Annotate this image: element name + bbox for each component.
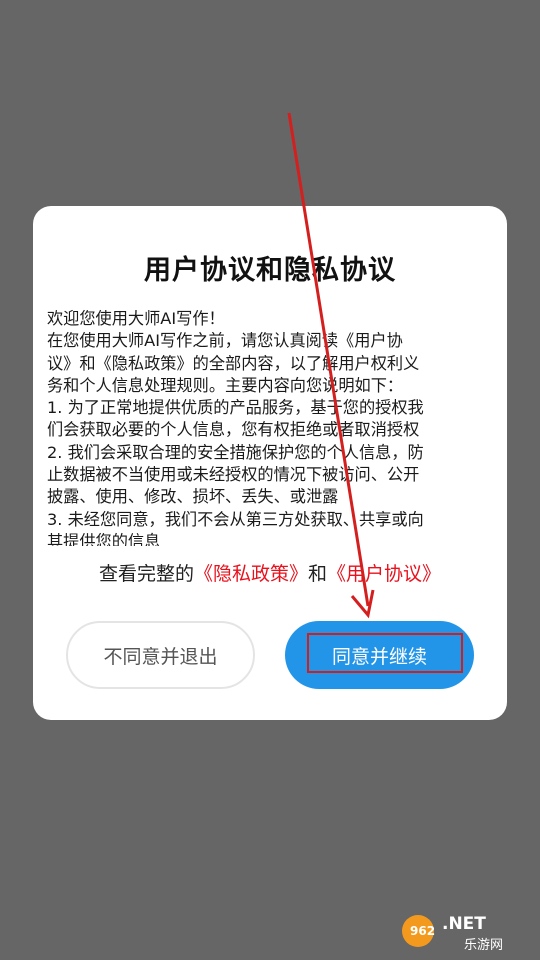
decline-exit-button[interactable]: 不同意并退出 xyxy=(66,621,255,689)
body-line: 欢迎您使用大师AI写作！ xyxy=(47,309,225,328)
body-line: 3. 未经您同意，我们不会从第三方处获取、共享或向 xyxy=(47,509,424,529)
body-line: 务和个人信息处理规则。主要内容向您说明如下： xyxy=(47,375,404,395)
agreement-dialog: 用户协议和隐私协议 欢迎您使用大师AI写作！ 在您使用大师AI写作之前，请您认真… xyxy=(33,206,507,720)
body-line: 2. 我们会采取合理的安全措施保护您的个人信息，防 xyxy=(47,442,424,462)
watermark-domain: .NET xyxy=(442,914,486,934)
body-line: 们会获取必要的个人信息，您有权拒绝或者取消授权 xyxy=(47,420,420,440)
agreement-links: 查看完整的《隐私政策》和《用户协议》 xyxy=(33,559,507,586)
body-line: 披露、使用、修改、损坏、丢失、或泄露 xyxy=(47,487,339,507)
body-line: 1. 为了正常地提供优质的产品服务，基于您的授权我 xyxy=(47,398,424,418)
watermark-logo: 962 .NET 乐游网 xyxy=(402,914,503,953)
body-line: 议》和《隐私政策》的全部内容，以了解用户权利义 xyxy=(47,353,420,373)
watermark-number: 962 xyxy=(410,924,435,938)
agree-continue-button[interactable]: 同意并继续 xyxy=(285,621,474,689)
body-line: 在您使用大师AI写作之前，请您认真阅读《用户协 xyxy=(47,331,403,351)
dialog-title: 用户协议和隐私协议 xyxy=(144,255,396,286)
privacy-policy-link[interactable]: 《隐私政策》 xyxy=(194,563,308,585)
user-agreement-link[interactable]: 《用户协议》 xyxy=(327,563,441,585)
links-conjunction: 和 xyxy=(308,563,328,585)
body-line: 其提供您的信息 xyxy=(47,531,161,546)
links-prefix: 查看完整的 xyxy=(98,563,194,585)
agreement-text-scroll[interactable]: 欢迎您使用大师AI写作！ 在您使用大师AI写作之前，请您认真阅读《用户协 议》和… xyxy=(47,308,493,546)
watermark-subtitle: 乐游网 xyxy=(464,938,503,953)
body-line: 止数据被不当使用或未经授权的情况下被访问、公开 xyxy=(47,465,420,485)
